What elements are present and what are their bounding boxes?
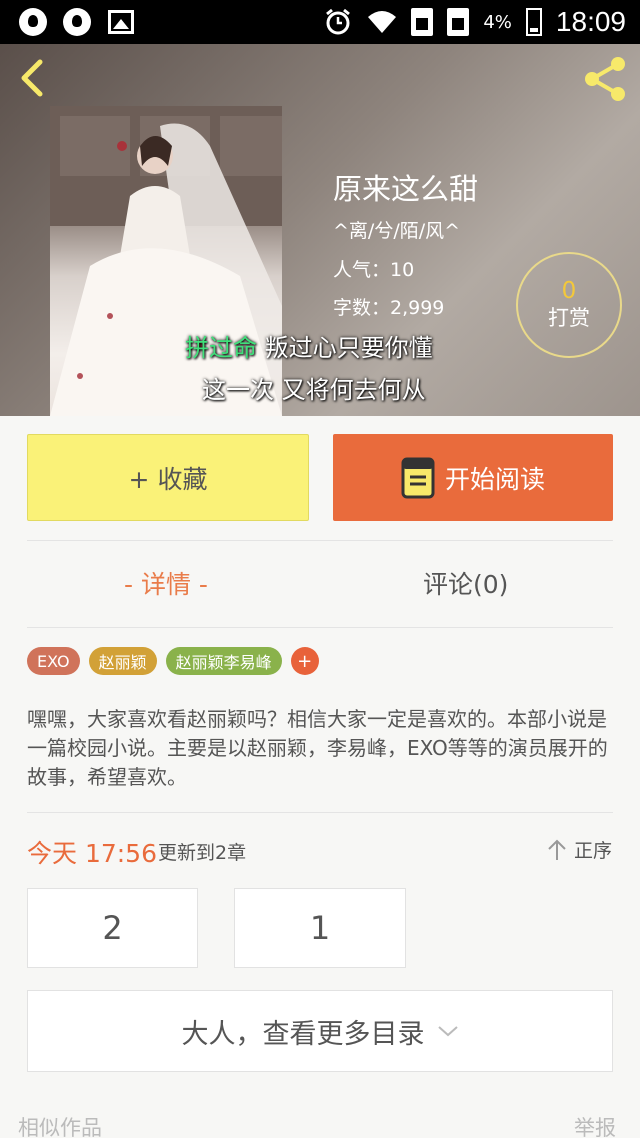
similar-works-label: 相似作品 — [18, 1116, 102, 1138]
wifi-icon — [367, 7, 397, 37]
popularity: 人气：10 — [333, 259, 415, 281]
lyric-rest: 叛过心只要你懂 — [257, 334, 433, 362]
reward-button[interactable]: 0 打赏 — [516, 252, 622, 358]
chevron-left-icon — [21, 59, 43, 97]
share-button[interactable] — [580, 54, 630, 104]
alarm-icon — [323, 7, 353, 37]
clock: 18:09 — [555, 6, 626, 37]
book-header: 原来这么甜 ^离/兮/陌/风^ 人气：10 字数：2,999 0 打赏 拼过命 … — [0, 44, 640, 416]
battery-icon — [525, 8, 542, 36]
favorite-button[interactable]: + 收藏 — [27, 434, 309, 521]
more-toc-button[interactable]: 大人，查看更多目录 — [27, 990, 613, 1072]
app-notification-icon — [18, 7, 48, 37]
divider — [27, 627, 613, 628]
tab-details[interactable]: - 详情 - — [124, 565, 208, 601]
chapter-button[interactable]: 2 — [27, 888, 198, 968]
sim-card-icon — [447, 8, 470, 36]
sort-label: 正序 — [574, 840, 613, 862]
arrow-up-icon — [548, 839, 566, 860]
back-button[interactable] — [14, 58, 54, 98]
reward-count: 0 — [561, 277, 577, 304]
book-icon — [401, 457, 435, 498]
more-toc-label: 大人，查看更多目录 — [181, 1018, 425, 1050]
tag-item[interactable]: 赵丽颖李易峰 — [165, 647, 282, 675]
start-reading-button[interactable]: 开始阅读 — [333, 434, 613, 521]
lyric-overlay-line-1: 拼过命 叛过心只要你懂 — [185, 328, 433, 363]
divider — [27, 540, 613, 541]
report-link[interactable]: 举报 — [574, 1112, 616, 1138]
update-text: 更新到2章 — [158, 842, 247, 864]
lyric-overlay-line-2: 这一次 又将何去何从 — [202, 376, 426, 404]
share-icon — [585, 57, 625, 101]
chevron-down-icon — [437, 1026, 458, 1037]
add-tag-button[interactable]: + — [290, 647, 319, 675]
image-notification-icon — [106, 7, 136, 37]
chapter-button[interactable]: 1 — [234, 888, 406, 968]
tag-item[interactable]: 赵丽颖 — [88, 647, 157, 675]
book-author[interactable]: ^离/兮/陌/风^ — [333, 216, 460, 243]
battery-percent: 4% — [483, 11, 512, 33]
word-count: 字数：2,999 — [333, 297, 445, 319]
update-time: 今天 17:56 — [27, 839, 157, 868]
book-title: 原来这么甜 — [333, 172, 479, 206]
tag-list: EXO 赵丽颖 赵丽颖李易峰 + — [27, 647, 319, 675]
tag-item[interactable]: EXO — [27, 647, 80, 675]
reward-label: 打赏 — [548, 306, 590, 331]
app-notification-icon — [62, 7, 92, 37]
status-bar: 4% 18:09 — [0, 0, 640, 44]
sim-card-icon — [411, 8, 434, 36]
divider — [27, 812, 613, 813]
lyric-highlight: 拼过命 — [185, 334, 257, 362]
start-reading-label: 开始阅读 — [444, 464, 545, 494]
book-description: 嘿嘿，大家喜欢看赵丽颖吗？相信大家一定是喜欢的。本部小说是一篇校园小说。主要是以… — [27, 707, 608, 789]
tab-comments[interactable]: 评论(0) — [423, 565, 508, 601]
sort-order-button[interactable]: 正序 — [546, 836, 612, 863]
